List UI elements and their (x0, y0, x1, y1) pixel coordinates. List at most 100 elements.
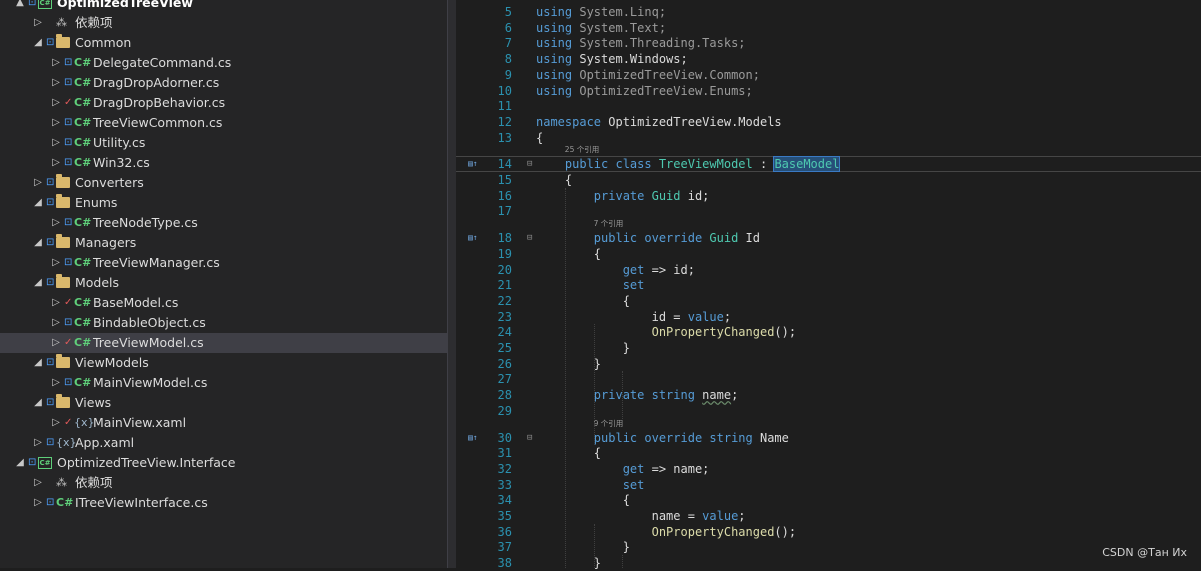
fold-toggle-icon[interactable]: ⊟ (527, 430, 532, 446)
code-line[interactable]: 24 OnPropertyChanged(); (456, 324, 1201, 340)
code-line[interactable]: 32 get => name; (456, 461, 1201, 477)
collapse-arrow-icon[interactable]: ◢ (33, 273, 43, 293)
code-line[interactable]: 21 set (456, 277, 1201, 293)
fold-toggle-icon[interactable]: ⊟ (527, 230, 532, 246)
code-line[interactable]: 8 using System.Windows; (456, 51, 1201, 67)
collapse-arrow-icon[interactable]: ◢ (33, 353, 43, 373)
expand-arrow-icon[interactable]: ▷ (51, 133, 61, 153)
expand-arrow-icon[interactable]: ▷ (33, 433, 43, 453)
expand-arrow-icon[interactable]: ▷ (33, 173, 43, 193)
code-line[interactable]: 35 name = value; (456, 508, 1201, 524)
expand-arrow-icon[interactable]: ▷ (33, 13, 43, 33)
code-line[interactable]: 9 using OptimizedTreeView.Common; (456, 67, 1201, 83)
tree-item[interactable]: ▷ ⊡ C# DelegateCommand.cs (0, 53, 447, 73)
expand-arrow-icon[interactable]: ▷ (51, 53, 61, 73)
expand-arrow-icon[interactable]: ▷ (51, 413, 61, 433)
code-line[interactable]: 34 { (456, 492, 1201, 508)
code-line[interactable]: 5 using System.Linq; (456, 4, 1201, 20)
fold-toggle-icon[interactable]: ⊟ (527, 157, 532, 171)
collapse-arrow-icon[interactable]: ◢ (33, 193, 43, 213)
code-line[interactable]: 38 } (456, 555, 1201, 571)
collapse-arrow-icon[interactable]: ◢ (33, 33, 43, 53)
tree-item[interactable]: ▷ ⁂ 依赖项 (0, 473, 447, 493)
code-editor[interactable]: 5 using System.Linq; 6 using System.Text; 7 u… (456, 0, 1201, 571)
tree-item[interactable]: ▷ ✓ C# TreeViewModel.cs (0, 333, 447, 353)
tree-item[interactable]: ▷ ⊡ C# Utility.cs (0, 133, 447, 153)
override-glyph-icon[interactable]: ▤↑ (468, 157, 478, 171)
code-line[interactable]: ▤↑ 30 ⊟ public override string Name (456, 430, 1201, 446)
code-line[interactable]: 31 { (456, 445, 1201, 461)
code-line[interactable]: 11 (456, 98, 1201, 114)
expand-arrow-icon[interactable]: ▷ (51, 253, 61, 273)
override-glyph-icon[interactable]: ▤↑ (468, 430, 478, 446)
tree-item[interactable]: ▲ ⊡ C# OptimizedTreeView (0, 0, 447, 13)
tree-item[interactable]: ▷ ⊡ C# Win32.cs (0, 153, 447, 173)
tree-item-label: DelegateCommand.cs (93, 55, 232, 70)
code-line[interactable]: ▤↑ 14 ⊟ public class TreeViewModel : BaseM… (456, 156, 1201, 173)
expand-arrow-icon[interactable]: ▷ (51, 373, 61, 393)
code-line[interactable]: 17 (456, 203, 1201, 219)
tree-item[interactable]: ◢ ⊡ Models (0, 273, 447, 293)
code-line[interactable]: 7 using System.Threading.Tasks; (456, 35, 1201, 51)
code-line[interactable]: 28 private string name; (456, 387, 1201, 403)
tree-item[interactable]: ▷ ⊡ C# TreeNodeType.cs (0, 213, 447, 233)
expand-arrow-icon[interactable]: ▷ (33, 493, 43, 513)
expand-arrow-icon[interactable]: ▷ (51, 333, 61, 353)
code-line[interactable]: 16 private Guid id; (456, 188, 1201, 204)
tree-item[interactable]: ◢ ⊡ C# OptimizedTreeView.Interface (0, 453, 447, 473)
codelens-references[interactable]: 7 个引用 (594, 218, 624, 230)
tree-item[interactable]: ▷ ⊡ {x} App.xaml (0, 433, 447, 453)
tree-item[interactable]: ▷ ⊡ C# TreeViewManager.cs (0, 253, 447, 273)
code-line[interactable]: 36 OnPropertyChanged(); (456, 524, 1201, 540)
tree-item[interactable]: ◢ ⊡ Common (0, 33, 447, 53)
tree-item[interactable]: ▷ ✓ C# DragDropBehavior.cs (0, 93, 447, 113)
panel-splitter[interactable] (448, 0, 456, 568)
code-line[interactable]: 26 } (456, 356, 1201, 372)
code-line[interactable]: 23 id = value; (456, 309, 1201, 325)
code-line[interactable]: 10 using OptimizedTreeView.Enums; (456, 83, 1201, 99)
tree-item[interactable]: ▷ ⊡ C# DragDropAdorner.cs (0, 73, 447, 93)
tree-item[interactable]: ◢ ⊡ Views (0, 393, 447, 413)
code-line[interactable]: ▤↑ 18 ⊟ public override Guid Id (456, 230, 1201, 246)
collapse-arrow-icon[interactable]: ◢ (33, 393, 43, 413)
expand-arrow-icon[interactable]: ▷ (51, 73, 61, 93)
expand-arrow-icon[interactable]: ▷ (51, 153, 61, 173)
code-line[interactable]: 6 using System.Text; (456, 20, 1201, 36)
tree-item[interactable]: ▷ ⊡ C# ITreeViewInterface.cs (0, 493, 447, 513)
expand-arrow-icon[interactable]: ▷ (33, 473, 43, 493)
tree-item[interactable]: ◢ ⊡ Enums (0, 193, 447, 213)
code-line[interactable]: 33 set (456, 477, 1201, 493)
override-glyph-icon[interactable]: ▤↑ (468, 230, 478, 246)
code-line[interactable]: 27 (456, 371, 1201, 387)
code-line[interactable]: 13 { (456, 130, 1201, 146)
expand-arrow-icon[interactable]: ▷ (51, 213, 61, 233)
tree-item[interactable]: ▷ ⊡ C# BindableObject.cs (0, 313, 447, 333)
line-number: 30 (497, 430, 512, 445)
code-line[interactable]: 37 } (456, 539, 1201, 555)
expand-arrow-icon[interactable]: ▷ (51, 93, 61, 113)
code-line[interactable]: 15 { (456, 172, 1201, 188)
expand-arrow-icon[interactable]: ▷ (51, 313, 61, 333)
tree-item[interactable]: ▷ ✓ C# BaseModel.cs (0, 293, 447, 313)
code-line[interactable]: 29 (456, 403, 1201, 419)
tree-item[interactable]: ▷ ⁂ 依赖项 (0, 13, 447, 33)
tree-item[interactable]: ◢ ⊡ ViewModels (0, 353, 447, 373)
tree-item[interactable]: ▷ ⊡ Converters (0, 173, 447, 193)
collapse-arrow-icon[interactable]: ◢ (15, 453, 25, 473)
code-line[interactable]: 12 namespace OptimizedTreeView.Models (456, 114, 1201, 130)
code-line[interactable]: 20 get => id; (456, 262, 1201, 278)
codelens-references[interactable]: 9 个引用 (594, 418, 624, 430)
tree-item[interactable]: ▷ ⊡ C# MainViewModel.cs (0, 373, 447, 393)
expand-arrow-icon[interactable]: ▷ (51, 113, 61, 133)
tree-item[interactable]: ▷ ✓ {x} MainView.xaml (0, 413, 447, 433)
expand-arrow-icon[interactable]: ▷ (51, 293, 61, 313)
codelens-references[interactable]: 25 个引用 (565, 144, 599, 156)
code-line[interactable]: 25 } (456, 340, 1201, 356)
tree-item[interactable]: ◢ ⊡ Managers (0, 233, 447, 253)
code-line[interactable]: 19 { (456, 246, 1201, 262)
tree-item[interactable]: ▷ ⊡ C# TreeViewCommon.cs (0, 113, 447, 133)
code-line[interactable]: 22 { (456, 293, 1201, 309)
collapse-arrow-icon[interactable]: ◢ (33, 233, 43, 253)
code-token: : (752, 157, 775, 172)
collapse-arrow-icon[interactable]: ▲ (15, 0, 25, 13)
